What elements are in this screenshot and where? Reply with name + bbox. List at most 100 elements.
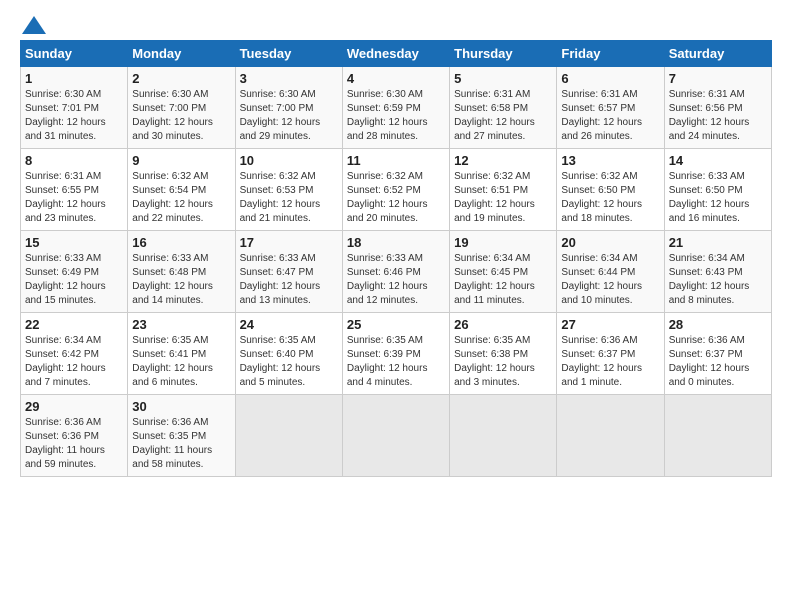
day-number: 11 <box>347 153 445 168</box>
calendar-cell: 7Sunrise: 6:31 AM Sunset: 6:56 PM Daylig… <box>664 67 771 149</box>
calendar-cell: 15 Sunrise: 6:33 AM Sunset: 6:49 PM Dayli… <box>21 231 128 313</box>
day-info: Sunrise: 6:36 AM Sunset: 6:37 PM Dayligh… <box>561 334 659 390</box>
calendar-cell: 27Sunrise: 6:36 AM Sunset: 6:37 PM Dayli… <box>557 313 664 395</box>
logo <box>20 16 46 34</box>
day-number: 20 <box>561 235 659 250</box>
calendar-cell <box>342 395 449 477</box>
day-info: Sunrise: 6:30 AM Sunset: 6:59 PM Dayligh… <box>347 88 445 144</box>
week-row-2: 8 Sunrise: 6:31 AM Sunset: 6:55 PM Daylig… <box>21 149 772 231</box>
day-info: Sunrise: 6:36 AM Sunset: 6:36 PM Dayligh… <box>25 416 123 472</box>
week-row-4: 22Sunrise: 6:34 AM Sunset: 6:42 PM Dayli… <box>21 313 772 395</box>
day-info: Sunrise: 6:35 AM Sunset: 6:39 PM Dayligh… <box>347 334 445 390</box>
calendar-cell: 13 Sunrise: 6:32 AM Sunset: 6:50 PM Dayli… <box>557 149 664 231</box>
calendar-cell: 12 Sunrise: 6:32 AM Sunset: 6:51 PM Dayli… <box>450 149 557 231</box>
day-number: 2 <box>132 71 230 86</box>
calendar-cell: 28 Sunrise: 6:36 AM Sunset: 6:37 PM Dayli… <box>664 313 771 395</box>
calendar-cell: 20 Sunrise: 6:34 AM Sunset: 6:44 PM Dayli… <box>557 231 664 313</box>
day-info: Sunrise: 6:36 AM Sunset: 6:35 PM Dayligh… <box>132 416 230 472</box>
day-number: 24 <box>240 317 338 332</box>
day-info: Sunrise: 6:32 AM Sunset: 6:50 PM Dayligh… <box>561 170 659 226</box>
day-info: Sunrise: 6:33 AM Sunset: 6:49 PM Dayligh… <box>25 252 123 308</box>
calendar-cell: 19 Sunrise: 6:34 AM Sunset: 6:45 PM Dayli… <box>450 231 557 313</box>
week-row-1: 1Sunrise: 6:30 AM Sunset: 7:01 PM Daylig… <box>21 67 772 149</box>
header-day-monday: Monday <box>128 41 235 67</box>
calendar-cell: 9 Sunrise: 6:32 AM Sunset: 6:54 PM Daylig… <box>128 149 235 231</box>
day-info: Sunrise: 6:30 AM Sunset: 7:00 PM Dayligh… <box>132 88 230 144</box>
calendar-cell: 22Sunrise: 6:34 AM Sunset: 6:42 PM Dayli… <box>21 313 128 395</box>
day-number: 15 <box>25 235 123 250</box>
header-day-tuesday: Tuesday <box>235 41 342 67</box>
day-info: Sunrise: 6:34 AM Sunset: 6:43 PM Dayligh… <box>669 252 767 308</box>
day-info: Sunrise: 6:35 AM Sunset: 6:38 PM Dayligh… <box>454 334 552 390</box>
day-number: 28 <box>669 317 767 332</box>
day-number: 26 <box>454 317 552 332</box>
header-day-sunday: Sunday <box>21 41 128 67</box>
header-day-friday: Friday <box>557 41 664 67</box>
calendar-cell: 30Sunrise: 6:36 AM Sunset: 6:35 PM Dayli… <box>128 395 235 477</box>
day-number: 22 <box>25 317 123 332</box>
day-number: 12 <box>454 153 552 168</box>
day-info: Sunrise: 6:34 AM Sunset: 6:45 PM Dayligh… <box>454 252 552 308</box>
day-info: Sunrise: 6:32 AM Sunset: 6:54 PM Dayligh… <box>132 170 230 226</box>
day-number: 10 <box>240 153 338 168</box>
calendar-cell <box>235 395 342 477</box>
day-info: Sunrise: 6:36 AM Sunset: 6:37 PM Dayligh… <box>669 334 767 390</box>
calendar-cell: 1Sunrise: 6:30 AM Sunset: 7:01 PM Daylig… <box>21 67 128 149</box>
calendar-cell: 16 Sunrise: 6:33 AM Sunset: 6:48 PM Dayli… <box>128 231 235 313</box>
calendar-cell: 24 Sunrise: 6:35 AM Sunset: 6:40 PM Dayli… <box>235 313 342 395</box>
calendar-cell: 21 Sunrise: 6:34 AM Sunset: 6:43 PM Dayli… <box>664 231 771 313</box>
calendar-cell: 11 Sunrise: 6:32 AM Sunset: 6:52 PM Dayli… <box>342 149 449 231</box>
calendar-cell <box>557 395 664 477</box>
day-number: 25 <box>347 317 445 332</box>
day-info: Sunrise: 6:33 AM Sunset: 6:48 PM Dayligh… <box>132 252 230 308</box>
day-number: 17 <box>240 235 338 250</box>
calendar-cell: 25 Sunrise: 6:35 AM Sunset: 6:39 PM Dayli… <box>342 313 449 395</box>
day-info: Sunrise: 6:31 AM Sunset: 6:56 PM Dayligh… <box>669 88 767 144</box>
day-info: Sunrise: 6:30 AM Sunset: 7:00 PM Dayligh… <box>240 88 338 144</box>
day-number: 8 <box>25 153 123 168</box>
calendar-cell: 4 Sunrise: 6:30 AM Sunset: 6:59 PM Daylig… <box>342 67 449 149</box>
header-day-wednesday: Wednesday <box>342 41 449 67</box>
day-number: 14 <box>669 153 767 168</box>
calendar-cell <box>664 395 771 477</box>
calendar-cell: 2 Sunrise: 6:30 AM Sunset: 7:00 PM Daylig… <box>128 67 235 149</box>
calendar-cell <box>450 395 557 477</box>
logo-icon <box>22 16 46 34</box>
day-number: 19 <box>454 235 552 250</box>
day-info: Sunrise: 6:33 AM Sunset: 6:47 PM Dayligh… <box>240 252 338 308</box>
day-info: Sunrise: 6:31 AM Sunset: 6:55 PM Dayligh… <box>25 170 123 226</box>
week-row-3: 15 Sunrise: 6:33 AM Sunset: 6:49 PM Dayli… <box>21 231 772 313</box>
day-info: Sunrise: 6:31 AM Sunset: 6:58 PM Dayligh… <box>454 88 552 144</box>
day-number: 3 <box>240 71 338 86</box>
header <box>20 16 772 34</box>
calendar-cell: 29 Sunrise: 6:36 AM Sunset: 6:36 PM Dayli… <box>21 395 128 477</box>
day-number: 5 <box>454 71 552 86</box>
day-info: Sunrise: 6:33 AM Sunset: 6:46 PM Dayligh… <box>347 252 445 308</box>
day-number: 9 <box>132 153 230 168</box>
day-number: 23 <box>132 317 230 332</box>
header-day-thursday: Thursday <box>450 41 557 67</box>
day-number: 29 <box>25 399 123 414</box>
day-info: Sunrise: 6:35 AM Sunset: 6:40 PM Dayligh… <box>240 334 338 390</box>
calendar-cell: 6Sunrise: 6:31 AM Sunset: 6:57 PM Daylig… <box>557 67 664 149</box>
day-info: Sunrise: 6:32 AM Sunset: 6:52 PM Dayligh… <box>347 170 445 226</box>
day-number: 1 <box>25 71 123 86</box>
day-number: 4 <box>347 71 445 86</box>
day-number: 13 <box>561 153 659 168</box>
day-number: 21 <box>669 235 767 250</box>
calendar-cell: 3 Sunrise: 6:30 AM Sunset: 7:00 PM Daylig… <box>235 67 342 149</box>
calendar-cell: 23 Sunrise: 6:35 AM Sunset: 6:41 PM Dayli… <box>128 313 235 395</box>
week-row-5: 29 Sunrise: 6:36 AM Sunset: 6:36 PM Dayli… <box>21 395 772 477</box>
calendar-cell: 8 Sunrise: 6:31 AM Sunset: 6:55 PM Daylig… <box>21 149 128 231</box>
day-info: Sunrise: 6:35 AM Sunset: 6:41 PM Dayligh… <box>132 334 230 390</box>
day-number: 16 <box>132 235 230 250</box>
calendar-table: SundayMondayTuesdayWednesdayThursdayFrid… <box>20 40 772 477</box>
calendar-cell: 17 Sunrise: 6:33 AM Sunset: 6:47 PM Dayli… <box>235 231 342 313</box>
header-day-saturday: Saturday <box>664 41 771 67</box>
calendar-cell: 10Sunrise: 6:32 AM Sunset: 6:53 PM Dayli… <box>235 149 342 231</box>
day-info: Sunrise: 6:32 AM Sunset: 6:51 PM Dayligh… <box>454 170 552 226</box>
day-info: Sunrise: 6:31 AM Sunset: 6:57 PM Dayligh… <box>561 88 659 144</box>
day-info: Sunrise: 6:34 AM Sunset: 6:44 PM Dayligh… <box>561 252 659 308</box>
calendar-cell: 14Sunrise: 6:33 AM Sunset: 6:50 PM Dayli… <box>664 149 771 231</box>
header-row: SundayMondayTuesdayWednesdayThursdayFrid… <box>21 41 772 67</box>
